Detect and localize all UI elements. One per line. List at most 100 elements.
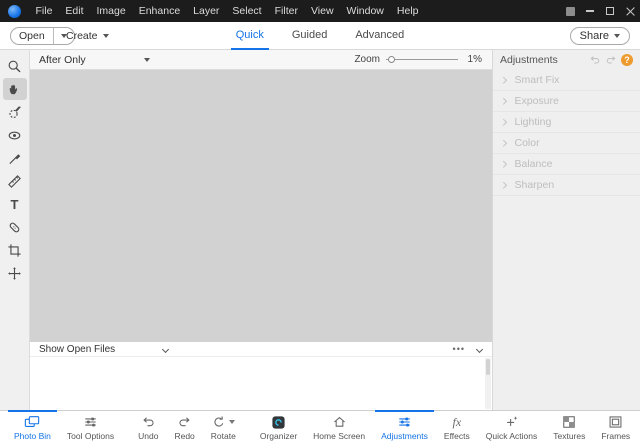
taskbar-photo-bin[interactable]: Photo Bin bbox=[6, 411, 59, 444]
taskbar-frames[interactable]: Frames bbox=[593, 411, 638, 444]
share-caret-icon bbox=[614, 34, 620, 38]
taskbar-label: Effects bbox=[444, 431, 470, 441]
help-icon[interactable]: ? bbox=[621, 54, 633, 66]
panel-redo-icon[interactable] bbox=[605, 54, 617, 66]
taskbar-undo[interactable]: Undo bbox=[130, 411, 166, 444]
window-square-icon[interactable] bbox=[560, 0, 580, 22]
show-open-files-dropdown[interactable]: Show Open Files bbox=[39, 344, 168, 355]
adjustments-title: Adjustments bbox=[500, 54, 558, 66]
tab-advanced[interactable]: Advanced bbox=[344, 22, 415, 50]
whiten-teeth-tool-icon[interactable] bbox=[3, 147, 27, 169]
taskbar-effects[interactable]: fx Effects bbox=[436, 411, 478, 444]
effects-icon: fx bbox=[452, 415, 461, 430]
adjustment-smart-fix[interactable]: Smart Fix bbox=[493, 70, 640, 91]
crop-tool-icon[interactable] bbox=[3, 239, 27, 261]
home-icon bbox=[332, 415, 347, 430]
organizer-icon bbox=[271, 415, 286, 430]
chevron-right-icon bbox=[500, 140, 506, 146]
view-mode-caret-icon bbox=[144, 58, 150, 62]
move-tool-icon[interactable] bbox=[3, 262, 27, 284]
zoom-label: Zoom bbox=[354, 54, 380, 65]
menu-select[interactable]: Select bbox=[226, 0, 268, 22]
adjustment-label: Smart Fix bbox=[515, 74, 560, 86]
tab-quick[interactable]: Quick bbox=[225, 22, 275, 50]
window-controls bbox=[560, 0, 640, 22]
quick-selection-tool-icon[interactable] bbox=[3, 101, 27, 123]
menu-filter[interactable]: Filter bbox=[268, 0, 304, 22]
taskbar-label: Rotate bbox=[211, 431, 236, 441]
bin-more-icon[interactable]: ••• bbox=[453, 344, 465, 354]
adjustment-exposure[interactable]: Exposure bbox=[493, 91, 640, 112]
red-eye-tool-icon[interactable] bbox=[3, 124, 27, 146]
photo-bin-icon bbox=[24, 415, 40, 430]
adjustment-balance[interactable]: Balance bbox=[493, 154, 640, 175]
hand-tool-icon[interactable] bbox=[3, 78, 27, 100]
chevron-right-icon bbox=[500, 119, 506, 125]
menu-file[interactable]: File bbox=[29, 0, 59, 22]
adjustment-color[interactable]: Color bbox=[493, 133, 640, 154]
taskbar-adjustments[interactable]: Adjustments bbox=[373, 411, 436, 444]
share-button[interactable]: Share bbox=[570, 27, 630, 45]
taskbar-label: Textures bbox=[553, 431, 585, 441]
taskbar-label: Undo bbox=[138, 431, 158, 441]
bin-scrollbar-thumb[interactable] bbox=[486, 359, 490, 375]
adjustment-sharpen[interactable]: Sharpen bbox=[493, 175, 640, 196]
minimize-button[interactable] bbox=[580, 0, 600, 22]
photo-bin-area[interactable] bbox=[30, 357, 492, 410]
maximize-button[interactable] bbox=[600, 0, 620, 22]
zoom-control: Zoom 1% bbox=[354, 54, 482, 65]
bin-scrollbar[interactable] bbox=[485, 358, 491, 409]
taskbar-textures[interactable]: Textures bbox=[545, 411, 593, 444]
fx-glyph: fx bbox=[452, 416, 461, 428]
adjustment-label: Sharpen bbox=[515, 179, 555, 191]
taskbar-quick-actions[interactable]: Quick Actions bbox=[478, 411, 546, 444]
mode-tabs: Quick Guided Advanced bbox=[0, 22, 640, 50]
adjustments-panel-header: Adjustments ? bbox=[493, 50, 640, 70]
view-mode-dropdown[interactable]: After Only bbox=[39, 54, 150, 66]
straighten-tool-icon[interactable] bbox=[3, 170, 27, 192]
adjustment-label: Balance bbox=[515, 158, 553, 170]
tab-guided[interactable]: Guided bbox=[281, 22, 338, 50]
spot-healing-tool-icon[interactable] bbox=[3, 216, 27, 238]
panel-undo-icon[interactable] bbox=[589, 54, 601, 66]
taskbar-redo[interactable]: Redo bbox=[166, 411, 202, 444]
close-button[interactable] bbox=[620, 0, 640, 22]
menu-help[interactable]: Help bbox=[390, 0, 425, 22]
show-open-files-chevron-icon bbox=[162, 345, 169, 352]
taskbar-organizer[interactable]: Organizer bbox=[252, 411, 305, 444]
menu-edit[interactable]: Edit bbox=[59, 0, 90, 22]
menu-image[interactable]: Image bbox=[90, 0, 132, 22]
menu-view[interactable]: View bbox=[304, 0, 340, 22]
menu-window[interactable]: Window bbox=[340, 0, 390, 22]
view-bar: After Only Zoom 1% bbox=[30, 50, 492, 70]
zoom-tool-icon[interactable] bbox=[3, 55, 27, 77]
canvas-area[interactable] bbox=[30, 70, 492, 342]
chevron-right-icon bbox=[500, 161, 506, 167]
bin-collapse-icon[interactable] bbox=[476, 345, 483, 352]
frames-icon bbox=[608, 415, 623, 430]
taskbar-home-screen[interactable]: Home Screen bbox=[305, 411, 373, 444]
app-logo-icon bbox=[8, 5, 21, 18]
taskbar: Photo Bin Tool Options Undo Redo bbox=[0, 410, 640, 444]
taskbar-rotate[interactable]: Rotate bbox=[203, 411, 244, 444]
taskbar-label: Quick Actions bbox=[486, 431, 538, 441]
quick-actions-icon bbox=[504, 415, 519, 430]
adjustment-label: Lighting bbox=[515, 116, 552, 128]
taskbar-tool-options[interactable]: Tool Options bbox=[59, 411, 122, 444]
adjustment-label: Exposure bbox=[515, 95, 559, 107]
zoom-slider-knob[interactable] bbox=[388, 56, 395, 63]
type-tool-glyph: T bbox=[11, 198, 19, 211]
menu-layer[interactable]: Layer bbox=[187, 0, 226, 22]
menu-enhance[interactable]: Enhance bbox=[132, 0, 186, 22]
titlebar: File Edit Image Enhance Layer Select Fil… bbox=[0, 0, 640, 22]
tool-options-icon bbox=[83, 415, 98, 430]
adjustments-panel: Adjustments ? Smart Fix Exposure Lightin… bbox=[492, 50, 640, 410]
zoom-slider[interactable] bbox=[386, 55, 458, 65]
adjustment-label: Color bbox=[515, 137, 540, 149]
show-open-files-label: Show Open Files bbox=[39, 344, 115, 355]
adjustment-lighting[interactable]: Lighting bbox=[493, 112, 640, 133]
rotate-caret-icon bbox=[229, 420, 235, 424]
taskbar-label: Home Screen bbox=[313, 431, 365, 441]
taskbar-label: Photo Bin bbox=[14, 431, 51, 441]
type-tool-icon[interactable]: T bbox=[3, 193, 27, 215]
